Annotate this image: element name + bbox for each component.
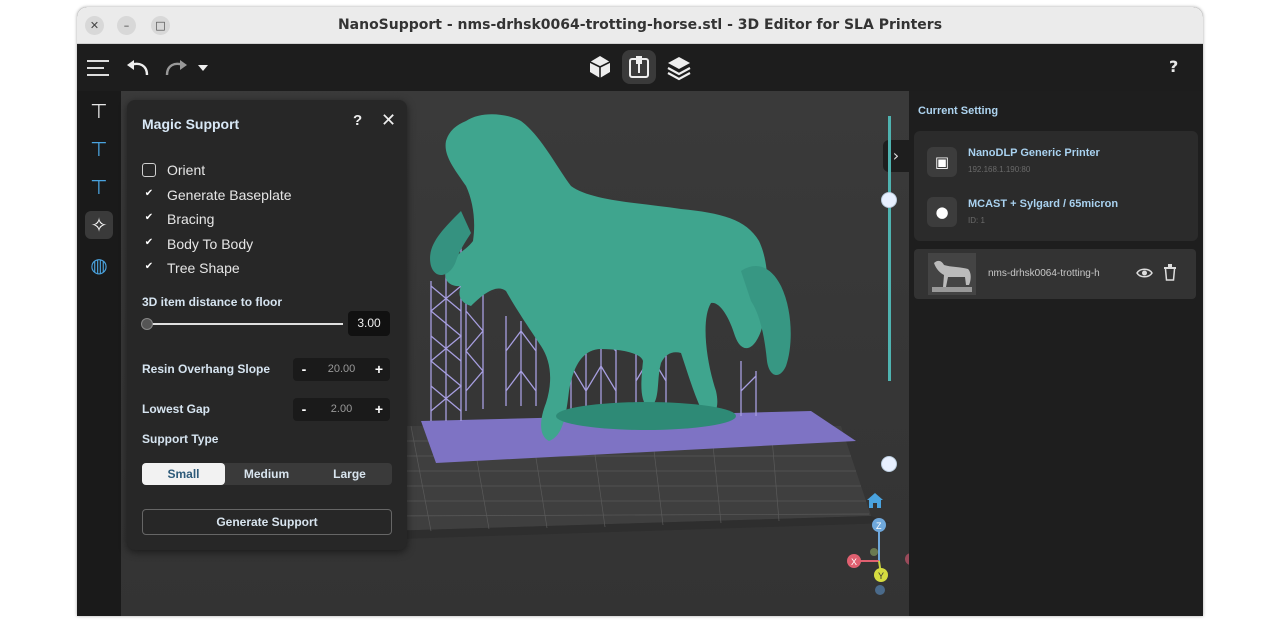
current-setting-card: ▣ NanoDLP Generic Printer 192.168.1.190:… [914,131,1198,241]
distance-value-field[interactable]: 3.00 [348,311,390,336]
delete-trash-icon[interactable] [1163,264,1177,281]
gap-increment-button[interactable]: + [368,398,390,421]
overhang-label: Resin Overhang Slope [142,362,271,376]
magic-wand-icon[interactable]: ✧ [85,211,113,239]
axis-gizmo[interactable]: Z X Y [841,516,909,596]
layer-slider-bottom-handle[interactable] [881,456,897,472]
manual-support-icon[interactable]: ⊤ [85,97,113,125]
distance-label: 3D item distance to floor [142,295,283,309]
distance-slider-handle[interactable] [141,318,153,330]
help-button[interactable]: ? [1169,57,1178,76]
panel-close-icon[interactable]: ✕ [381,110,396,131]
overhang-decrement-button[interactable]: - [293,358,315,381]
gap-stepper[interactable]: - 2.00 + [293,398,390,421]
generate-baseplate-checkbox[interactable]: ✔ [142,188,156,202]
bracing-checkbox[interactable]: ✔ [142,212,156,226]
main-toolbar: ? [77,44,1203,91]
orient-view-icon[interactable] [588,54,612,80]
layer-slider-track[interactable] [888,116,891,381]
undo-icon[interactable] [125,57,151,79]
printer-ip: 192.168.1.190:80 [968,165,1031,174]
layer-slider-top-handle[interactable] [881,192,897,208]
bracing-label: Bracing [167,211,215,227]
overhang-increment-button[interactable]: + [368,358,390,381]
support-type-selector: Small Medium Large [142,463,392,485]
magic-support-panel: Magic Support ? ✕ Orient ✔ Generate Base… [127,100,407,550]
distance-slider-track[interactable] [143,323,343,325]
visibility-eye-icon[interactable] [1136,266,1153,280]
orient-label: Orient [167,162,206,178]
panel-title: Magic Support [142,116,240,132]
resin-name[interactable]: MCAST + Sylgard / 65micron [968,198,1118,210]
body-to-body-checkbox[interactable]: ✔ [142,237,156,251]
home-view-icon[interactable] [866,492,884,510]
hamburger-menu-icon[interactable] [86,58,110,78]
gap-label: Lowest Gap [142,402,211,416]
globe-icon[interactable]: ◍ [85,251,113,279]
tree-shape-label: Tree Shape [167,260,240,276]
current-setting-header: Current Setting [918,105,999,117]
support-type-large[interactable]: Large [308,463,391,485]
support-type-small[interactable]: Small [142,463,225,485]
gap-value[interactable]: 2.00 [315,398,368,421]
app-window: ✕ – □ NanoSupport - nms-drhsk0064-trotti… [77,7,1203,616]
object-name: nms-drhsk0064-trotting-h [988,268,1100,279]
support-tip-icon[interactable]: ⊤ [85,135,113,163]
gap-decrement-button[interactable]: - [293,398,315,421]
generate-baseplate-label: Generate Baseplate [167,187,292,203]
object-list-item[interactable]: nms-drhsk0064-trotting-h [914,249,1196,299]
overhang-value[interactable]: 20.00 [315,358,368,381]
orient-checkbox[interactable] [142,163,156,177]
redo-icon[interactable] [163,57,189,79]
printer-name[interactable]: NanoDLP Generic Printer [968,147,1100,159]
y-axis-label: Y [878,571,884,581]
layers-icon[interactable] [666,55,692,81]
support-tool-icon [629,56,649,78]
resin-drop-icon[interactable]: ● [927,197,957,227]
z-axis-label: Z [876,521,882,531]
settings-panel: Current Setting ▣ NanoDLP Generic Printe… [909,91,1203,616]
title-bar: ✕ – □ NanoSupport - nms-drhsk0064-trotti… [77,7,1203,44]
horse-model[interactable] [430,114,791,441]
body-to-body-label: Body To Body [167,236,254,252]
resin-id: ID: 1 [968,216,985,225]
overhang-stepper[interactable]: - 20.00 + [293,358,390,381]
support-mode-tab[interactable] [622,50,656,84]
panel-help-button[interactable]: ? [353,112,362,129]
object-thumbnail [928,253,976,295]
expand-panel-chevron-icon[interactable]: › [883,140,909,172]
window-title: NanoSupport - nms-drhsk0064-trotting-hor… [337,17,943,33]
printer-icon[interactable]: ▣ [927,147,957,177]
support-base-icon[interactable]: ⊤ [85,173,113,201]
generate-support-button[interactable]: Generate Support [142,509,392,535]
tree-shape-checkbox[interactable]: ✔ [142,261,156,275]
support-type-medium[interactable]: Medium [225,463,308,485]
tool-sidebar: ⊤ ⊤ ⊤ ✧ ◍ [77,91,121,616]
redo-history-dropdown-icon[interactable] [197,64,209,72]
x-axis-label: X [851,557,857,567]
support-type-label: Support Type [142,432,219,446]
